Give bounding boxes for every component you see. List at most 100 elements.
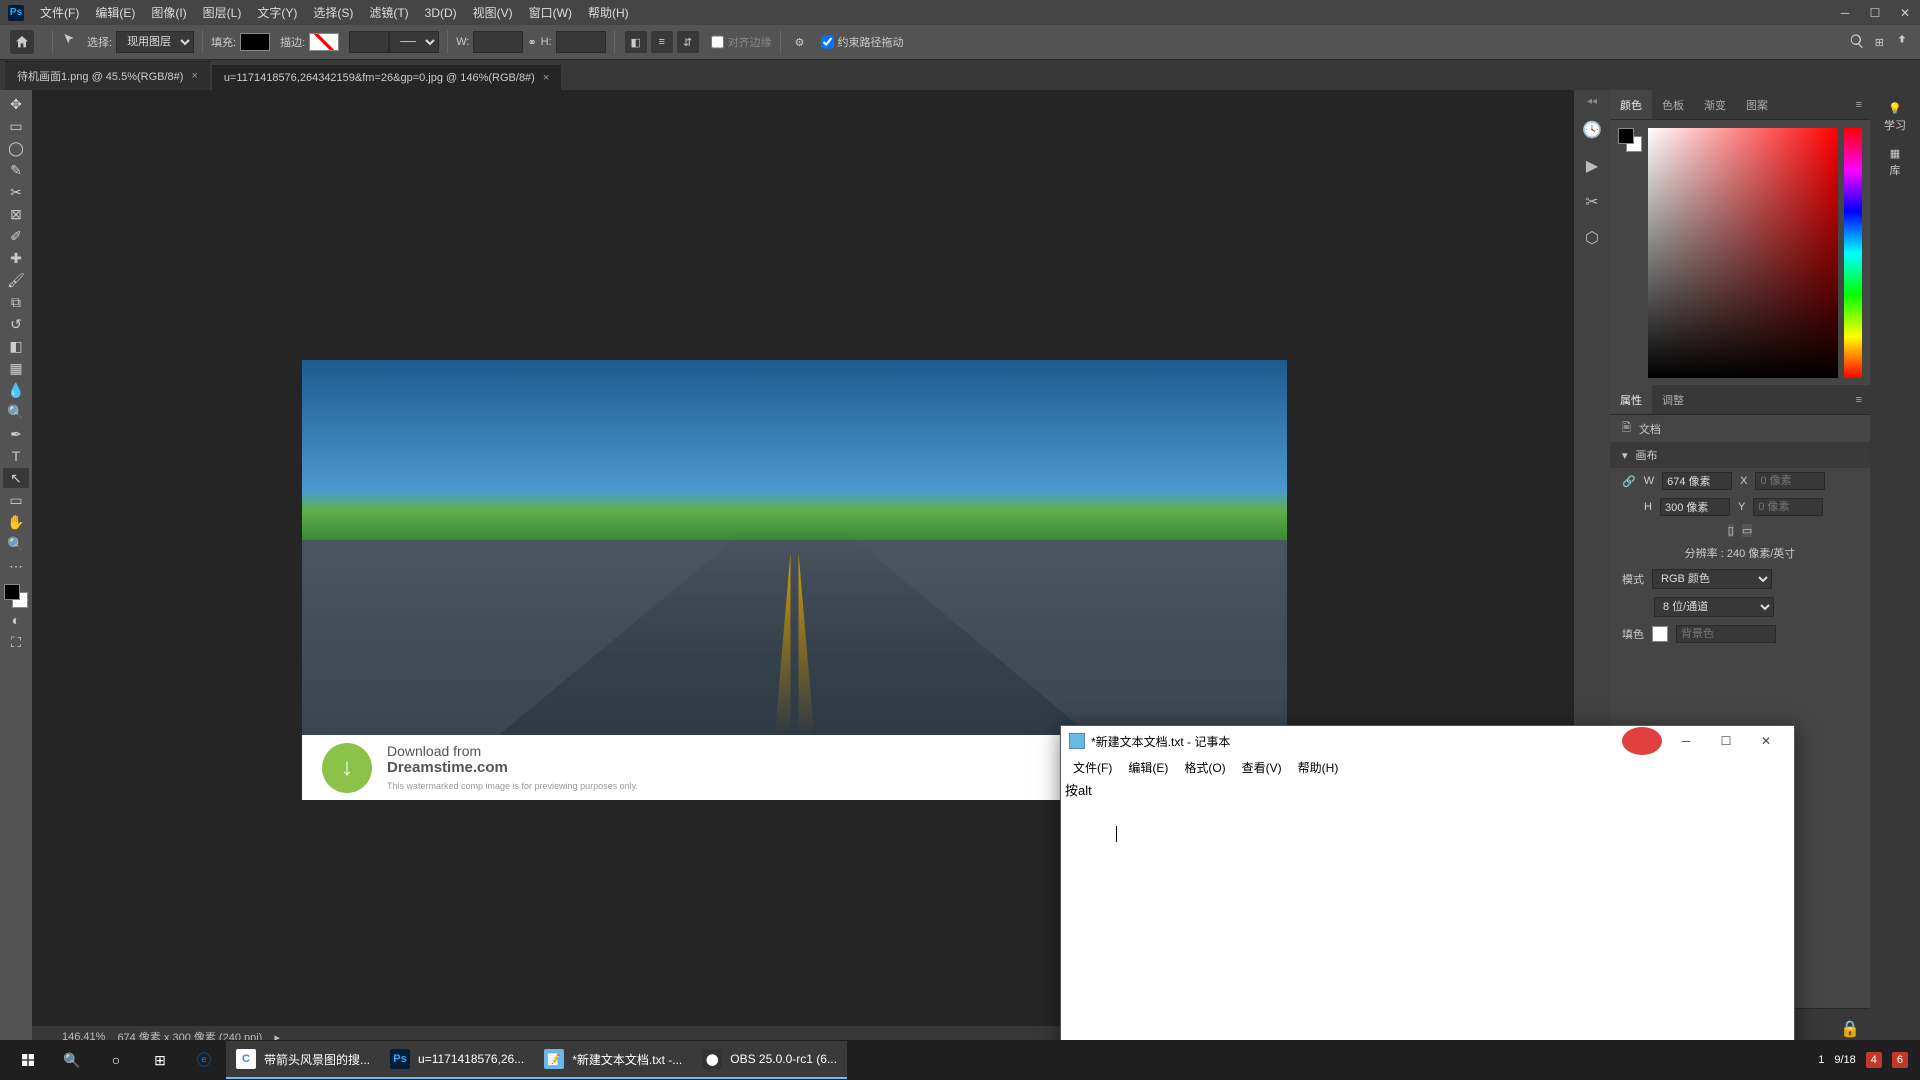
- path-op-icon[interactable]: ◧: [625, 31, 647, 53]
- brush-tool-icon[interactable]: 🖌: [3, 270, 29, 290]
- document-tab[interactable]: u=1171418576,264342159&fm=26&gp=0.jpg @ …: [212, 65, 561, 90]
- stamp-tool-icon[interactable]: ⧉: [3, 292, 29, 312]
- patterns-tab[interactable]: 图案: [1736, 90, 1778, 119]
- canvas-x-input[interactable]: [1755, 472, 1825, 490]
- fillcolor-swatch[interactable]: [1652, 626, 1668, 642]
- color-tab[interactable]: 颜色: [1610, 90, 1652, 119]
- crop-tool-icon[interactable]: ✂: [3, 182, 29, 202]
- maximize-icon[interactable]: ☐: [1860, 1, 1890, 25]
- path-select-tool-icon[interactable]: [61, 32, 81, 52]
- library-button[interactable]: ▦库: [1875, 143, 1915, 182]
- tray-badge[interactable]: 6: [1892, 1052, 1908, 1068]
- history-panel-icon[interactable]: 🕓: [1580, 118, 1604, 142]
- blur-tool-icon[interactable]: 💧: [3, 380, 29, 400]
- notepad-titlebar[interactable]: *新建文本文档.txt - 记事本 ─ ☐ ✕: [1061, 726, 1794, 756]
- adjustments-tab[interactable]: 调整: [1652, 385, 1694, 414]
- gear-icon[interactable]: ⚙: [795, 36, 805, 49]
- system-tray[interactable]: 1 9/18 4 6: [1818, 1052, 1914, 1068]
- crop-panel-icon[interactable]: ✂: [1580, 190, 1604, 214]
- eyedropper-tool-icon[interactable]: ✐: [3, 226, 29, 246]
- gradient-tool-icon[interactable]: ▦: [3, 358, 29, 378]
- zoom-tool-icon[interactable]: 🔍: [3, 534, 29, 554]
- np-menu-help[interactable]: 帮助(H): [1292, 757, 1345, 778]
- color-picker-panel[interactable]: [1610, 120, 1870, 385]
- taskview-button[interactable]: ⊞: [138, 1041, 182, 1079]
- menu-3d[interactable]: 3D(D): [417, 6, 465, 20]
- menu-edit[interactable]: 编辑(E): [87, 4, 143, 21]
- np-menu-file[interactable]: 文件(F): [1067, 757, 1118, 778]
- link-icon[interactable]: 🔗: [1622, 475, 1636, 488]
- link-wh-icon[interactable]: ⚭: [527, 36, 536, 49]
- search-icon[interactable]: [1849, 33, 1865, 52]
- tab-close-icon[interactable]: ×: [543, 72, 549, 84]
- align-edges-checkbox[interactable]: [711, 31, 724, 53]
- frame-tool-icon[interactable]: ⊠: [3, 204, 29, 224]
- hue-slider[interactable]: [1844, 128, 1862, 378]
- close-icon[interactable]: ✕: [1746, 727, 1786, 755]
- minimize-icon[interactable]: ─: [1666, 727, 1706, 755]
- path-align-icon[interactable]: ≡: [651, 31, 673, 53]
- quick-select-tool-icon[interactable]: ✎: [3, 160, 29, 180]
- notepad-window[interactable]: *新建文本文档.txt - 记事本 ─ ☐ ✕ 文件(F) 编辑(E) 格式(O…: [1060, 725, 1795, 1055]
- addon-panel-icon[interactable]: ⬡: [1580, 226, 1604, 250]
- move-tool-icon[interactable]: ✥: [3, 94, 29, 114]
- collapse-icon[interactable]: ◂◂: [1580, 96, 1604, 106]
- menu-filter[interactable]: 滤镜(T): [361, 4, 416, 21]
- portrait-icon[interactable]: ▯: [1728, 524, 1734, 537]
- panel-menu-icon[interactable]: ≡: [1848, 99, 1870, 111]
- dodge-tool-icon[interactable]: 🔍: [3, 402, 29, 422]
- height-input[interactable]: [556, 31, 606, 53]
- heal-tool-icon[interactable]: ✚: [3, 248, 29, 268]
- np-menu-view[interactable]: 查看(V): [1236, 757, 1288, 778]
- menu-layer[interactable]: 图层(L): [195, 4, 250, 21]
- edge-button[interactable]: ⓔ: [182, 1041, 226, 1079]
- cortana-button[interactable]: ○: [94, 1041, 138, 1079]
- eraser-tool-icon[interactable]: ◧: [3, 336, 29, 356]
- menu-select[interactable]: 选择(S): [305, 4, 361, 21]
- minimize-icon[interactable]: ─: [1830, 1, 1860, 25]
- stroke-style-dropdown[interactable]: ──: [389, 31, 439, 53]
- canvas-width-input[interactable]: [1662, 472, 1732, 490]
- fillcolor-input[interactable]: [1676, 625, 1776, 643]
- path-select-tool-icon[interactable]: ↖: [3, 468, 29, 488]
- np-menu-format[interactable]: 格式(O): [1178, 757, 1231, 778]
- notification-badge-icon[interactable]: [1622, 727, 1662, 755]
- canvas-height-input[interactable]: [1660, 498, 1730, 516]
- menu-window[interactable]: 窗口(W): [521, 4, 580, 21]
- share-icon[interactable]: [1894, 33, 1910, 52]
- pen-tool-icon[interactable]: ✒: [3, 424, 29, 444]
- path-arrange-icon[interactable]: ⇵: [677, 31, 699, 53]
- menu-help[interactable]: 帮助(H): [580, 4, 637, 21]
- hand-tool-icon[interactable]: ✋: [3, 512, 29, 532]
- canvas-section[interactable]: 画布: [1636, 447, 1658, 463]
- type-tool-icon[interactable]: T: [3, 446, 29, 466]
- menu-image[interactable]: 图像(I): [143, 4, 194, 21]
- color-field[interactable]: [1648, 128, 1838, 378]
- np-menu-edit[interactable]: 编辑(E): [1122, 757, 1174, 778]
- color-swatches[interactable]: [4, 584, 28, 608]
- marquee-tool-icon[interactable]: ▭: [3, 116, 29, 136]
- start-button[interactable]: [6, 1041, 50, 1079]
- learn-button[interactable]: 💡学习: [1875, 98, 1915, 137]
- tab-close-icon[interactable]: ×: [191, 70, 197, 82]
- document-tab[interactable]: 待机画面1.png @ 45.5%(RGB/8#)×: [5, 61, 210, 90]
- search-button[interactable]: 🔍: [50, 1041, 94, 1079]
- home-icon[interactable]: [10, 30, 34, 54]
- notepad-textarea[interactable]: 按alt: [1061, 778, 1794, 1054]
- maximize-icon[interactable]: ☐: [1706, 727, 1746, 755]
- width-input[interactable]: [473, 31, 523, 53]
- screenmode-icon[interactable]: ⛶: [3, 632, 29, 652]
- quickmask-icon[interactable]: ◐: [3, 610, 29, 630]
- tray-badge[interactable]: 4: [1866, 1052, 1882, 1068]
- color-mode-dropdown[interactable]: RGB 颜色: [1652, 569, 1772, 589]
- close-icon[interactable]: ✕: [1890, 1, 1920, 25]
- lasso-tool-icon[interactable]: ◯: [3, 138, 29, 158]
- stroke-swatch[interactable]: [309, 33, 339, 51]
- menu-view[interactable]: 视图(V): [465, 4, 521, 21]
- taskbar-app[interactable]: 📝*新建文本文档.txt -...: [534, 1041, 692, 1079]
- taskbar-app[interactable]: ⬤OBS 25.0.0-rc1 (6...: [692, 1041, 847, 1079]
- properties-tab[interactable]: 属性: [1610, 385, 1652, 414]
- select-layer-dropdown[interactable]: 现用图层: [116, 31, 194, 53]
- workspace-icon[interactable]: ⊞: [1875, 36, 1884, 49]
- stroke-width-input[interactable]: [349, 31, 389, 53]
